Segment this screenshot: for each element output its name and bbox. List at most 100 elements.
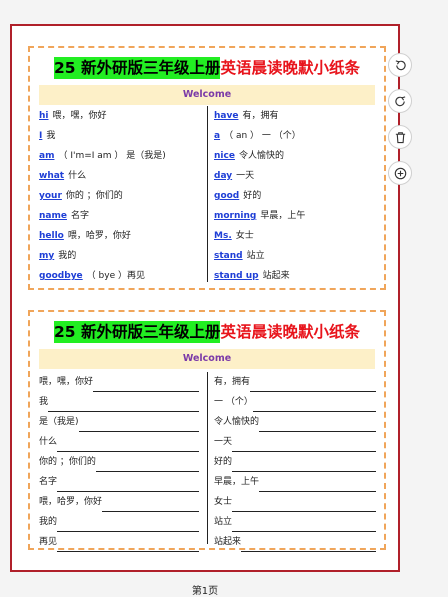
chinese-meaning: 我 [46, 131, 56, 141]
delete-icon[interactable] [388, 125, 412, 149]
chinese-prompt: 我的 [39, 517, 58, 527]
english-word: Ms. [214, 231, 232, 241]
chinese-prompt: 站起来 [214, 537, 242, 547]
answer-blank[interactable] [259, 480, 377, 492]
dictation-row: 好的 [214, 452, 379, 472]
chinese-prompt: 我 [39, 397, 49, 407]
dictation-row: 名字 [39, 472, 202, 492]
chinese-meaning: 有，拥有 [242, 111, 279, 121]
english-word: hi [39, 111, 49, 121]
answer-blank[interactable] [57, 520, 200, 532]
answer-blank[interactable] [57, 480, 200, 492]
english-word: good [214, 191, 240, 201]
add-icon[interactable] [388, 161, 412, 185]
vocab-row: Ms. 女士 [214, 226, 379, 246]
chinese-meaning: 好的 [243, 191, 262, 201]
dictation-row: 女士 [214, 492, 379, 512]
answer-blank[interactable] [232, 500, 377, 512]
dictation-row: 令人愉快的 [214, 412, 379, 432]
chinese-prompt: 是（我是) [39, 417, 79, 427]
vocab-card-answers: 25 新外研版三年级上册英语晨读晚默小纸条 Welcome hi 喂，嘿，你好 I 我… [28, 46, 386, 290]
column-divider [207, 106, 208, 282]
document-page: 25 新外研版三年级上册英语晨读晚默小纸条 Welcome hi 喂，嘿，你好 I 我… [10, 24, 400, 572]
answer-blank[interactable] [232, 520, 377, 532]
answer-blank[interactable] [232, 440, 377, 452]
answer-blank[interactable] [48, 400, 200, 412]
answer-blank[interactable] [57, 540, 200, 552]
chinese-prompt: 令人愉快的 [214, 417, 260, 427]
dictation-row: 早晨，上午 [214, 472, 379, 492]
chinese-prompt: 什么 [39, 437, 58, 447]
dictation-column-left: 喂，嘿，你好我是（我是) 什么 你的 ；你们的 名字 喂，哈罗，你好 我的 再见 [39, 372, 202, 552]
chinese-meaning: 什么 [68, 171, 87, 181]
dictation-row: 喂，哈罗，你好 [39, 492, 202, 512]
vocab-row: my 我的 [39, 246, 202, 266]
english-word: what [39, 171, 65, 181]
chinese-meaning: 喂，哈罗，你好 [67, 231, 131, 241]
answer-blank[interactable] [93, 380, 200, 392]
chinese-prompt: 名字 [39, 477, 58, 487]
chinese-meaning: 早晨，上午 [260, 211, 306, 221]
answer-blank[interactable] [250, 380, 377, 392]
vocab-row: stand up 站起来 [214, 266, 379, 286]
page-number: 第1页 [191, 586, 219, 597]
vocab-row: I我 [39, 126, 202, 146]
answer-blank[interactable] [102, 500, 200, 512]
vocab-row: goodbye （ bye ）再见 [39, 266, 202, 286]
english-word: day [214, 171, 233, 181]
vocab-row: am （ I'm=I am ） 是（我是) [39, 146, 202, 166]
dictation-row: 喂，嘿，你好 [39, 372, 202, 392]
english-word: goodbye [39, 271, 83, 281]
card-title: 25 新外研版三年级上册英语晨读晚默小纸条 [54, 57, 360, 79]
vocab-row: nice 令人愉快的 [214, 146, 379, 166]
answer-blank[interactable] [57, 440, 200, 452]
english-word: stand up [214, 271, 259, 281]
english-word: hello [39, 231, 64, 241]
rotate-left-icon[interactable] [388, 53, 412, 77]
dictation-row: 是（我是) [39, 412, 202, 432]
dictation-row: 我的 [39, 512, 202, 532]
answer-blank[interactable] [259, 420, 377, 432]
vocab-row: hi 喂，嘿，你好 [39, 106, 202, 126]
chinese-meaning: 站起来 [262, 271, 290, 281]
vocab-column-right: have 有，拥有 a （ an ） 一 （个） nice 令人愉快的 day 一天 good 好… [214, 106, 379, 286]
vocab-row: hello 喂，哈罗，你好 [39, 226, 202, 246]
chinese-meaning: 一天 [236, 171, 255, 181]
vocab-row: stand 站立 [214, 246, 379, 266]
english-word: I [39, 131, 43, 141]
chinese-meaning: 站立 [246, 251, 265, 261]
vocab-row: a （ an ） 一 （个） [214, 126, 379, 146]
vocab-row: day 一天 [214, 166, 379, 186]
answer-blank[interactable] [95, 460, 199, 472]
welcome-banner: Welcome [39, 85, 375, 105]
dictation-row: 再见 [39, 532, 202, 552]
dictation-row: 站起来 [214, 532, 379, 552]
answer-blank[interactable] [232, 460, 377, 472]
chinese-meaning: （ bye ）再见 [86, 271, 145, 281]
vocab-column-left: hi 喂，嘿，你好 I 我 am （ I'm=I am ） 是（我是) what 什么 your… [39, 106, 202, 286]
chinese-meaning: （ I'm=I am ） 是（我是) [58, 151, 166, 161]
column-divider [207, 372, 208, 544]
answer-blank[interactable] [78, 420, 199, 432]
chinese-prompt: 喂，嘿，你好 [39, 377, 94, 387]
chinese-prompt: 女士 [214, 497, 233, 507]
rotate-right-icon[interactable] [388, 89, 412, 113]
answer-blank[interactable] [252, 400, 376, 412]
vocab-row: your 你的 ；你们的 [39, 186, 202, 206]
answer-blank[interactable] [241, 540, 377, 552]
chinese-prompt: 好的 [214, 457, 233, 467]
dictation-row: 什么 [39, 432, 202, 452]
vocab-row: what 什么 [39, 166, 202, 186]
vocab-card-dictation: 25 新外研版三年级上册英语晨读晚默小纸条 Welcome 喂，嘿，你好我是（我… [28, 310, 386, 552]
chinese-prompt: 有，拥有 [214, 377, 251, 387]
chinese-meaning: 令人愉快的 [238, 151, 284, 161]
vocab-row: name 名字 [39, 206, 202, 226]
dictation-row: 站立 [214, 512, 379, 532]
chinese-meaning: 喂，嘿，你好 [52, 111, 107, 121]
vocab-row: good 好的 [214, 186, 379, 206]
chinese-meaning: 女士 [235, 231, 254, 241]
english-word: nice [214, 151, 235, 161]
english-word: am [39, 151, 55, 161]
chinese-prompt: 喂，哈罗，你好 [39, 497, 103, 507]
english-word: your [39, 191, 62, 201]
